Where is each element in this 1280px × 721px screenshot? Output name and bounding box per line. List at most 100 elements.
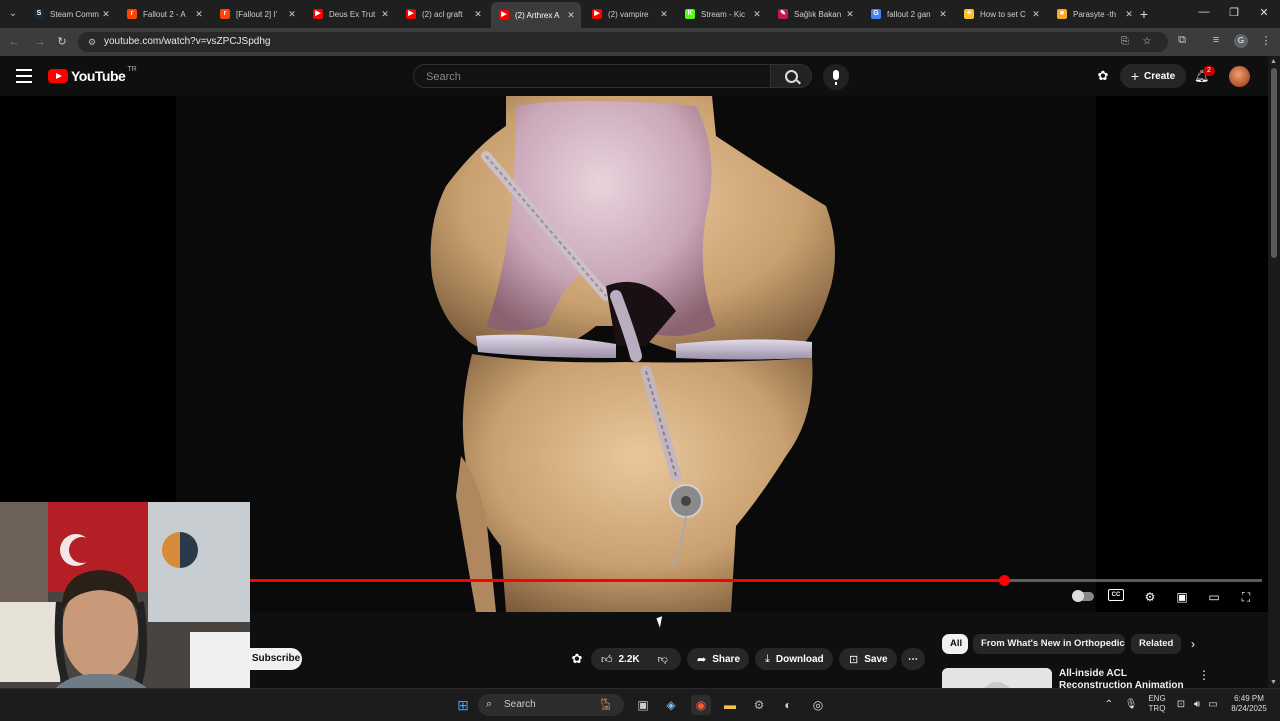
- studio-icon[interactable]: ✿: [1096, 69, 1110, 83]
- share-button[interactable]: ➦ Share: [687, 648, 749, 670]
- browser-tab[interactable]: ▶ (2) Arthrex A ✕: [491, 2, 581, 28]
- battery-icon[interactable]: ▭: [1206, 699, 1220, 710]
- restore-button[interactable]: ❐: [1224, 6, 1244, 19]
- browser-tab[interactable]: ■ Parasyte -th ✕: [1049, 4, 1139, 24]
- media-controls-icon[interactable]: ≡: [1208, 34, 1224, 46]
- thumbs-down-icon[interactable]: 👎︎: [658, 653, 668, 665]
- close-tab-icon[interactable]: ✕: [1123, 9, 1135, 20]
- voice-search-button[interactable]: [823, 64, 849, 90]
- copilot-icon[interactable]: ◈: [661, 695, 681, 715]
- create-button[interactable]: + Create: [1120, 64, 1186, 88]
- minimize-button[interactable]: —: [1194, 6, 1214, 18]
- browser-tab[interactable]: ✎ Sağlık Bakan ✕: [770, 4, 860, 24]
- filter-chip[interactable]: From What's New in Orthopedics: [973, 634, 1125, 654]
- recommendation-title[interactable]: All-inside ACL Reconstruction Animation: [1059, 668, 1194, 688]
- clock-time: 6:49 PM: [1234, 694, 1264, 703]
- browser-tab-label: How to set C: [980, 9, 1026, 19]
- plus-icon: +: [1130, 68, 1140, 84]
- autoplay-toggle[interactable]: [1072, 590, 1094, 602]
- steam-icon[interactable]: ◐: [778, 695, 798, 715]
- browser-tab[interactable]: ▶ (2) acl graft ✕: [398, 4, 488, 24]
- browser-menu-icon[interactable]: ⋮: [1258, 34, 1274, 47]
- extensions-icon[interactable]: ⧉: [1174, 34, 1190, 47]
- close-tab-icon[interactable]: ✕: [379, 9, 391, 20]
- browser-tab[interactable]: S Steam Comm ✕: [26, 4, 116, 24]
- close-tab-icon[interactable]: ✕: [100, 9, 112, 20]
- thumbs-up-icon[interactable]: 👍︎: [601, 653, 613, 666]
- user-avatar[interactable]: [1229, 66, 1250, 87]
- page-scrollbar[interactable]: ▲ ▼: [1268, 56, 1280, 688]
- close-tab-icon[interactable]: ✕: [937, 9, 949, 20]
- search-button[interactable]: [770, 64, 812, 88]
- youtube-logo[interactable]: YouTube TR: [48, 66, 137, 84]
- subtitles-button[interactable]: CC: [1108, 589, 1128, 605]
- more-actions-button[interactable]: ⋯: [901, 648, 925, 670]
- chips-next-chevron-icon[interactable]: ›: [1186, 637, 1200, 651]
- close-tab-icon[interactable]: ✕: [1030, 9, 1042, 20]
- network-icon[interactable]: ⊡: [1174, 699, 1188, 710]
- recommendation-thumbnail[interactable]: [942, 668, 1052, 690]
- like-count[interactable]: 2.2K: [619, 654, 640, 665]
- theater-mode-icon[interactable]: ▭: [1204, 589, 1224, 605]
- browser-tab[interactable]: K Stream - Kic ✕: [677, 4, 767, 24]
- reload-button[interactable]: ↻: [54, 34, 70, 50]
- settings-gear-icon[interactable]: ⚙: [1140, 589, 1160, 605]
- browser-tab[interactable]: ▶ Deus Ex Trut ✕: [305, 4, 395, 24]
- video-frame[interactable]: [176, 96, 1096, 612]
- search-input[interactable]: [424, 70, 748, 84]
- scroll-down-icon[interactable]: ▼: [1270, 679, 1277, 686]
- download-button[interactable]: ⤓ Download: [755, 648, 833, 670]
- browser-tab[interactable]: ▶ (2) vampire ✕: [584, 4, 674, 24]
- close-tab-icon[interactable]: ✕: [565, 10, 577, 21]
- close-tab-icon[interactable]: ✕: [658, 9, 670, 20]
- browser-tab[interactable]: r [Fallout 2] I' ✕: [212, 4, 302, 24]
- windows-start-icon[interactable]: ⊞: [453, 695, 473, 715]
- tab-search-chevron-icon[interactable]: ⌄: [4, 5, 22, 23]
- progress-scrubber[interactable]: [998, 575, 1010, 586]
- progress-bar[interactable]: [250, 575, 1262, 586]
- site-info-icon[interactable]: ⚙: [86, 36, 98, 48]
- search-highlight-icon: 🦌︎: [598, 697, 614, 711]
- bookmark-star-icon[interactable]: ☆: [1140, 36, 1154, 47]
- filter-chip[interactable]: All: [942, 634, 968, 654]
- browser-tab[interactable]: ✦ How to set C ✕: [956, 4, 1046, 24]
- install-app-icon[interactable]: ⎘: [1118, 36, 1132, 47]
- tray-overflow-chevron-icon[interactable]: ⌃: [1102, 699, 1116, 710]
- obs-recording-icon[interactable]: ◎: [808, 695, 828, 715]
- close-tab-icon[interactable]: ✕: [751, 9, 763, 20]
- subscribe-button[interactable]: Subscribe: [250, 648, 302, 670]
- scroll-thumb[interactable]: [1271, 68, 1277, 258]
- close-tab-icon[interactable]: ✕: [193, 9, 205, 20]
- address-bar[interactable]: ⚙ youtube.com/watch?v=vsZPCJSpdhg ⎘ ☆: [78, 32, 1168, 52]
- close-tab-icon[interactable]: ✕: [844, 9, 856, 20]
- close-tab-icon[interactable]: ✕: [472, 9, 484, 20]
- filter-chip[interactable]: Related: [1131, 634, 1181, 654]
- back-button[interactable]: ←: [6, 34, 22, 50]
- browser-tab[interactable]: Gfallout 2 gan ✕: [863, 4, 953, 24]
- new-tab-button[interactable]: +: [1136, 6, 1152, 22]
- ai-summary-icon[interactable]: ✿: [570, 652, 584, 666]
- taskbar-search[interactable]: ⌕ Search 🦌︎: [478, 694, 624, 716]
- browser-profile-avatar[interactable]: G: [1234, 34, 1248, 48]
- task-view-icon[interactable]: ▣: [633, 695, 653, 715]
- youtube-icon: ▶: [313, 9, 323, 19]
- close-tab-icon[interactable]: ✕: [286, 9, 298, 20]
- tray-mic-icon[interactable]: 🎙︎: [1124, 699, 1138, 710]
- forward-button[interactable]: →: [32, 34, 48, 50]
- file-explorer-icon[interactable]: ▬: [720, 695, 740, 715]
- settings-icon[interactable]: ⚙: [749, 695, 769, 715]
- clock[interactable]: 6:49 PM 8/24/2025: [1226, 694, 1272, 714]
- close-window-button[interactable]: ✕: [1254, 6, 1274, 19]
- language-indicator[interactable]: ENG TRQ: [1146, 694, 1168, 714]
- browser-tab[interactable]: r Fallout 2 - A ✕: [119, 4, 209, 24]
- scroll-up-icon[interactable]: ▲: [1270, 58, 1277, 65]
- volume-icon[interactable]: 🔊︎: [1190, 699, 1204, 710]
- miniplayer-icon[interactable]: ▣: [1172, 589, 1192, 605]
- like-dislike-group: 👍︎ 2.2K 👎︎: [591, 648, 681, 670]
- recommendation-menu-icon[interactable]: ⋮: [1198, 668, 1210, 682]
- save-button[interactable]: ⊡ Save: [839, 648, 897, 670]
- fullscreen-icon[interactable]: ⛶: [1236, 589, 1256, 605]
- chrome-icon[interactable]: ◉: [691, 695, 711, 715]
- menu-icon[interactable]: [16, 69, 32, 83]
- cc-icon: CC: [1108, 589, 1124, 601]
